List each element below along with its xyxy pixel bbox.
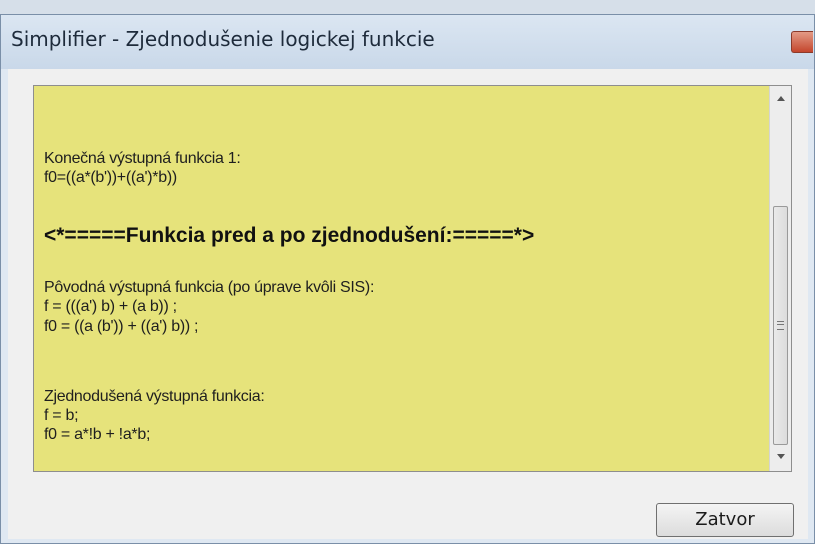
output-line: f = (((a') b) + (a b)) ;	[44, 298, 177, 315]
vertical-scrollbar[interactable]	[769, 86, 791, 471]
output-line: Zjednodušená výstupná funkcia:	[44, 388, 265, 405]
window-close-button[interactable]	[791, 31, 813, 53]
simplifier-dialog: Simplifier - Zjednodušenie logickej funk…	[0, 14, 815, 544]
output-line: f = b;	[44, 407, 79, 424]
dialog-body: Konečná výstupná funkcia 1: f0=((a*(b'))…	[8, 69, 808, 539]
output-line: Pôvodná výstupná funkcia (po úprave kvôl…	[44, 279, 375, 296]
output-line: f0 = ((a (b')) + ((a') b)) ;	[44, 318, 199, 335]
output-heading: <*=====Funkcia pred a po zjednodušení:==…	[44, 224, 535, 247]
grip-lines-icon	[777, 321, 784, 330]
output-line: f0=((a*(b'))+((a')*b))	[44, 169, 177, 186]
window-title: Simplifier - Zjednodušenie logickej funk…	[11, 27, 435, 51]
output-textarea[interactable]: Konečná výstupná funkcia 1: f0=((a*(b'))…	[33, 85, 792, 472]
output-line: Konečná výstupná funkcia 1:	[44, 150, 241, 167]
output-line: f0 = a*!b + !a*b;	[44, 426, 151, 443]
scroll-up-arrow-icon[interactable]	[777, 96, 785, 101]
scroll-down-arrow-icon[interactable]	[777, 454, 785, 459]
title-bar[interactable]: Simplifier - Zjednodušenie logickej funk…	[1, 15, 814, 69]
scrollbar-thumb[interactable]	[773, 206, 788, 445]
close-button[interactable]: Zatvor	[656, 503, 794, 537]
background-window-strip	[0, 0, 815, 14]
output-text-content[interactable]: Konečná výstupná funkcia 1: f0=((a*(b'))…	[34, 86, 769, 471]
